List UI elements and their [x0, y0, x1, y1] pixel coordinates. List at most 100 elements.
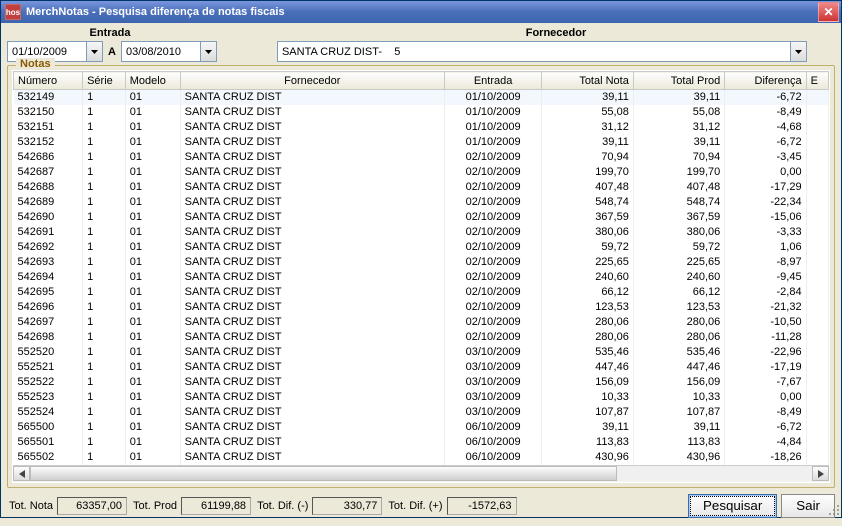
cell-modelo: 01 — [125, 210, 180, 225]
table-row[interactable]: 565502101SANTA CRUZ DIST06/10/2009430,96… — [14, 450, 829, 465]
pesquisar-button[interactable]: Pesquisar — [688, 494, 777, 518]
table-row[interactable]: 552521101SANTA CRUZ DIST03/10/2009447,46… — [14, 360, 829, 375]
col-fornecedor[interactable]: Fornecedor — [180, 72, 444, 90]
cell-diferenca: -18,26 — [725, 450, 806, 465]
hscroll-thumb[interactable] — [30, 466, 617, 481]
table-row[interactable]: 542697101SANTA CRUZ DIST02/10/2009280,06… — [14, 315, 829, 330]
cell-modelo: 01 — [125, 105, 180, 120]
date-range-separator: A — [106, 46, 118, 58]
table-row[interactable]: 565500101SANTA CRUZ DIST06/10/200939,113… — [14, 420, 829, 435]
resize-grip[interactable] — [827, 503, 841, 517]
cell-total-nota: 280,06 — [542, 315, 633, 330]
cell-fornecedor: SANTA CRUZ DIST — [180, 255, 444, 270]
cell-total-nota: 66,12 — [542, 285, 633, 300]
cell-serie: 1 — [83, 405, 126, 420]
cell-extra — [806, 390, 828, 405]
footer: Tot. Nota 63357,00 Tot. Prod 61199,88 To… — [7, 488, 835, 520]
col-total-nota[interactable]: Total Nota — [542, 72, 633, 90]
cell-modelo: 01 — [125, 375, 180, 390]
fornecedor-dropdown[interactable] — [790, 42, 806, 61]
cell-numero: 542686 — [14, 150, 83, 165]
cell-entrada: 02/10/2009 — [444, 270, 542, 285]
hscroll-track[interactable] — [30, 466, 812, 481]
cell-serie: 1 — [83, 195, 126, 210]
table-row[interactable]: 542690101SANTA CRUZ DIST02/10/2009367,59… — [14, 210, 829, 225]
table-row[interactable]: 552523101SANTA CRUZ DIST03/10/200910,331… — [14, 390, 829, 405]
cell-diferenca: -8,49 — [725, 105, 806, 120]
hscroll-left[interactable] — [13, 466, 30, 481]
cell-entrada: 02/10/2009 — [444, 255, 542, 270]
col-serie[interactable]: Série — [83, 72, 126, 90]
table-row[interactable]: 542694101SANTA CRUZ DIST02/10/2009240,60… — [14, 270, 829, 285]
cell-entrada: 03/10/2009 — [444, 390, 542, 405]
col-diferenca[interactable]: Diferença — [725, 72, 806, 90]
fornecedor-value: SANTA CRUZ DIST- 5 — [278, 46, 790, 58]
table-row[interactable]: 542687101SANTA CRUZ DIST02/10/2009199,70… — [14, 165, 829, 180]
date-from-dropdown[interactable] — [86, 42, 102, 61]
cell-entrada: 01/10/2009 — [444, 135, 542, 150]
fornecedor-combo[interactable]: SANTA CRUZ DIST- 5 — [277, 41, 807, 62]
table-row[interactable]: 542686101SANTA CRUZ DIST02/10/200970,947… — [14, 150, 829, 165]
grid-scroll[interactable]: Número Série Modelo Fornecedor Entrada T… — [13, 71, 829, 465]
cell-total-nota: 535,46 — [542, 345, 633, 360]
table-row[interactable]: 532152101SANTA CRUZ DIST01/10/200939,113… — [14, 135, 829, 150]
table-row[interactable]: 542696101SANTA CRUZ DIST02/10/2009123,53… — [14, 300, 829, 315]
cell-entrada: 03/10/2009 — [444, 360, 542, 375]
col-extra[interactable]: E — [806, 72, 828, 90]
table-row[interactable]: 542698101SANTA CRUZ DIST02/10/2009280,06… — [14, 330, 829, 345]
cell-modelo: 01 — [125, 360, 180, 375]
table-row[interactable]: 532149101SANTA CRUZ DIST01/10/200939,113… — [14, 90, 829, 105]
cell-extra — [806, 300, 828, 315]
hscroll-right[interactable] — [812, 466, 829, 481]
cell-numero: 542698 — [14, 330, 83, 345]
col-modelo[interactable]: Modelo — [125, 72, 180, 90]
cell-numero: 552521 — [14, 360, 83, 375]
cell-serie: 1 — [83, 375, 126, 390]
table-row[interactable]: 542695101SANTA CRUZ DIST02/10/200966,126… — [14, 285, 829, 300]
cell-extra — [806, 345, 828, 360]
table-row[interactable]: 542692101SANTA CRUZ DIST02/10/200959,725… — [14, 240, 829, 255]
cell-total-prod: 66,12 — [633, 285, 724, 300]
table-row[interactable]: 552524101SANTA CRUZ DIST03/10/2009107,87… — [14, 405, 829, 420]
date-to-field[interactable]: 03/08/2010 — [121, 41, 217, 62]
table-row[interactable]: 542691101SANTA CRUZ DIST02/10/2009380,06… — [14, 225, 829, 240]
grid-container: Número Série Modelo Fornecedor Entrada T… — [12, 70, 830, 483]
table-row[interactable]: 542689101SANTA CRUZ DIST02/10/2009548,74… — [14, 195, 829, 210]
cell-modelo: 01 — [125, 390, 180, 405]
cell-total-nota: 367,59 — [542, 210, 633, 225]
table-row[interactable]: 552522101SANTA CRUZ DIST03/10/2009156,09… — [14, 375, 829, 390]
cell-total-nota: 225,65 — [542, 255, 633, 270]
cell-diferenca: -8,97 — [725, 255, 806, 270]
table-row[interactable]: 532151101SANTA CRUZ DIST01/10/200931,123… — [14, 120, 829, 135]
table-row[interactable]: 532150101SANTA CRUZ DIST01/10/200955,085… — [14, 105, 829, 120]
cell-fornecedor: SANTA CRUZ DIST — [180, 405, 444, 420]
close-button[interactable]: ✕ — [818, 2, 839, 22]
cell-serie: 1 — [83, 240, 126, 255]
horizontal-scrollbar[interactable] — [13, 465, 829, 482]
cell-serie: 1 — [83, 225, 126, 240]
cell-fornecedor: SANTA CRUZ DIST — [180, 105, 444, 120]
col-total-prod[interactable]: Total Prod — [633, 72, 724, 90]
cell-fornecedor: SANTA CRUZ DIST — [180, 240, 444, 255]
cell-fornecedor: SANTA CRUZ DIST — [180, 120, 444, 135]
col-entrada[interactable]: Entrada — [444, 72, 542, 90]
cell-extra — [806, 375, 828, 390]
cell-numero: 542697 — [14, 315, 83, 330]
cell-fornecedor: SANTA CRUZ DIST — [180, 165, 444, 180]
cell-modelo: 01 — [125, 450, 180, 465]
col-numero[interactable]: Número — [14, 72, 83, 90]
cell-fornecedor: SANTA CRUZ DIST — [180, 390, 444, 405]
cell-diferenca: -17,19 — [725, 360, 806, 375]
date-to-dropdown[interactable] — [200, 42, 216, 61]
cell-serie: 1 — [83, 435, 126, 450]
table-row[interactable]: 565501101SANTA CRUZ DIST06/10/2009113,83… — [14, 435, 829, 450]
cell-total-prod: 225,65 — [633, 255, 724, 270]
table-row[interactable]: 542688101SANTA CRUZ DIST02/10/2009407,48… — [14, 180, 829, 195]
cell-total-prod: 548,74 — [633, 195, 724, 210]
cell-total-nota: 447,46 — [542, 360, 633, 375]
cell-total-prod: 55,08 — [633, 105, 724, 120]
cell-modelo: 01 — [125, 90, 180, 105]
table-row[interactable]: 542693101SANTA CRUZ DIST02/10/2009225,65… — [14, 255, 829, 270]
table-row[interactable]: 552520101SANTA CRUZ DIST03/10/2009535,46… — [14, 345, 829, 360]
cell-extra — [806, 435, 828, 450]
